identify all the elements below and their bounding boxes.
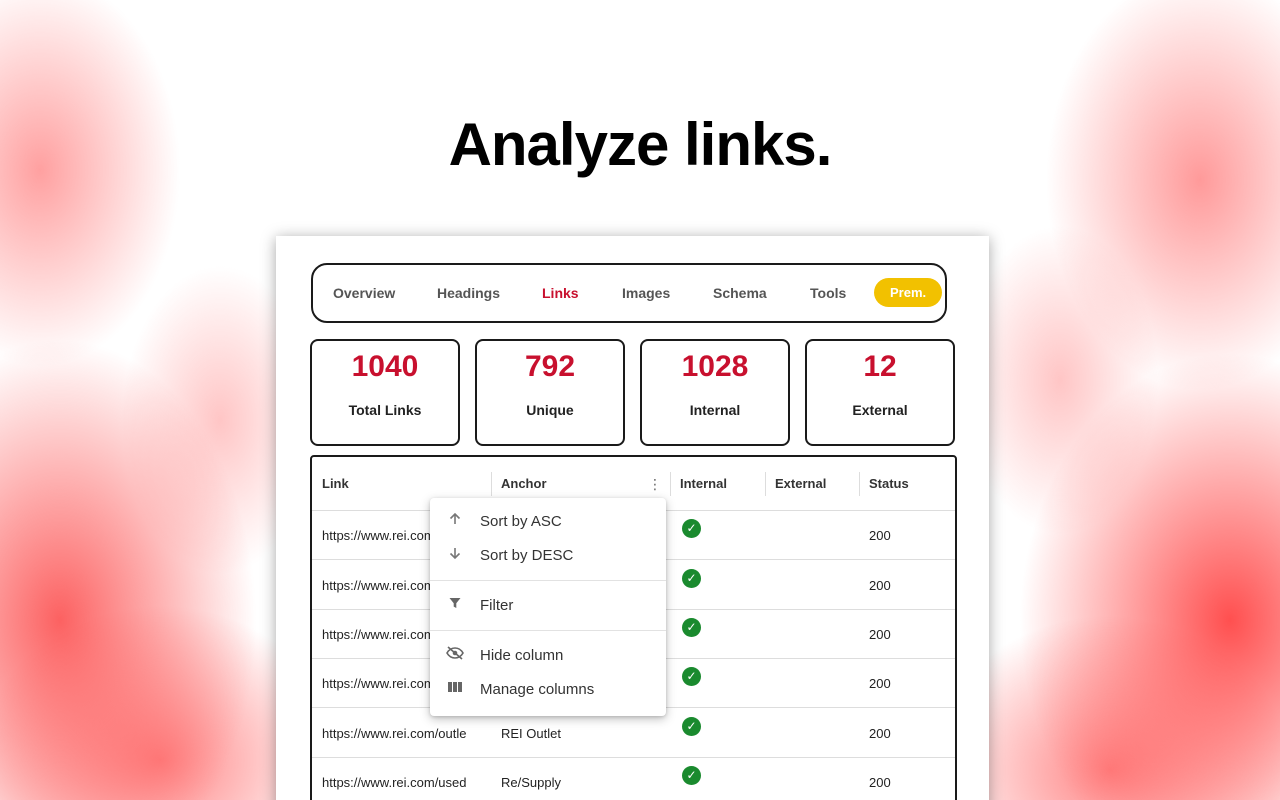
column-header-anchor[interactable]: Anchor [501, 476, 547, 491]
status-cell: 200 [869, 578, 891, 593]
menu-item-hide-column[interactable]: Hide column [430, 640, 666, 672]
tab-overview[interactable]: Overview [333, 285, 395, 301]
stat-value: 1028 [681, 350, 749, 383]
check-circle-icon: ✓ [682, 519, 701, 538]
stat-external: 12 External [805, 339, 955, 446]
column-separator[interactable] [491, 472, 492, 496]
menu-item-label: Sort by ASC [480, 513, 562, 530]
menu-item-manage-columns[interactable]: Manage columns [430, 674, 666, 706]
tab-bar: Overview Headings Links Images Schema To… [311, 263, 947, 323]
menu-item-label: Manage columns [480, 681, 595, 698]
column-header-internal[interactable]: Internal [680, 476, 727, 491]
menu-divider [430, 580, 666, 581]
menu-item-filter[interactable]: Filter [430, 590, 666, 622]
column-separator[interactable] [765, 472, 766, 496]
status-cell: 200 [869, 775, 891, 790]
stat-unique: 792 Unique [475, 339, 625, 446]
menu-item-sort-desc[interactable]: Sort by DESC [430, 540, 666, 572]
columns-icon [446, 680, 464, 698]
column-separator[interactable] [859, 472, 860, 496]
tab-headings[interactable]: Headings [437, 285, 500, 301]
arrow-up-icon [446, 512, 464, 530]
stat-label: Unique [526, 402, 574, 418]
column-separator[interactable] [670, 472, 671, 496]
check-circle-icon: ✓ [682, 569, 701, 588]
check-circle-icon: ✓ [682, 667, 701, 686]
status-cell: 200 [869, 726, 891, 741]
page-headline: Analyze links. [448, 111, 833, 178]
status-cell: 200 [869, 627, 891, 642]
status-cell: 200 [869, 528, 891, 543]
menu-item-sort-asc[interactable]: Sort by ASC [430, 506, 666, 538]
column-menu-icon[interactable]: ⋮ [648, 475, 662, 493]
tab-tools[interactable]: Tools [810, 285, 846, 301]
column-options-menu: Sort by ASC Sort by DESC Filter Hide col… [430, 498, 666, 716]
stat-internal: 1028 Internal [640, 339, 790, 446]
menu-item-label: Hide column [480, 647, 564, 664]
check-circle-icon: ✓ [682, 766, 701, 785]
anchor-cell: REI Outlet [501, 726, 561, 741]
stat-total-links: 1040 Total Links [310, 339, 460, 446]
anchor-cell: Re/Supply [501, 775, 561, 790]
link-cell[interactable]: https://www.rei.com/used [322, 775, 492, 790]
eye-off-icon [446, 646, 464, 664]
filter-icon [446, 596, 464, 614]
stat-value: 12 [863, 350, 897, 383]
tab-images[interactable]: Images [622, 285, 670, 301]
menu-divider [430, 630, 666, 631]
table-row[interactable]: https://www.rei.com/used Re/Supply ✓ 200 [312, 758, 955, 800]
menu-item-label: Filter [480, 597, 514, 614]
check-circle-icon: ✓ [682, 717, 701, 736]
column-header-status[interactable]: Status [869, 476, 909, 491]
stat-value: 1040 [351, 350, 419, 383]
stat-label: External [852, 402, 908, 418]
tab-links[interactable]: Links [542, 285, 579, 301]
link-cell[interactable]: https://www.rei.com/outle [322, 726, 492, 741]
arrow-down-icon [446, 546, 464, 564]
stat-value: 792 [524, 350, 576, 383]
menu-item-label: Sort by DESC [480, 547, 574, 564]
column-header-external[interactable]: External [775, 476, 826, 491]
tab-premium[interactable]: Prem. [874, 278, 943, 307]
tab-schema[interactable]: Schema [713, 285, 767, 301]
status-cell: 200 [869, 676, 891, 691]
stat-label: Internal [689, 402, 741, 418]
check-circle-icon: ✓ [682, 618, 701, 637]
table-row[interactable]: https://www.rei.com/outle REI Outlet ✓ 2… [312, 709, 955, 758]
stat-label: Total Links [348, 402, 422, 418]
column-header-link[interactable]: Link [322, 476, 349, 491]
